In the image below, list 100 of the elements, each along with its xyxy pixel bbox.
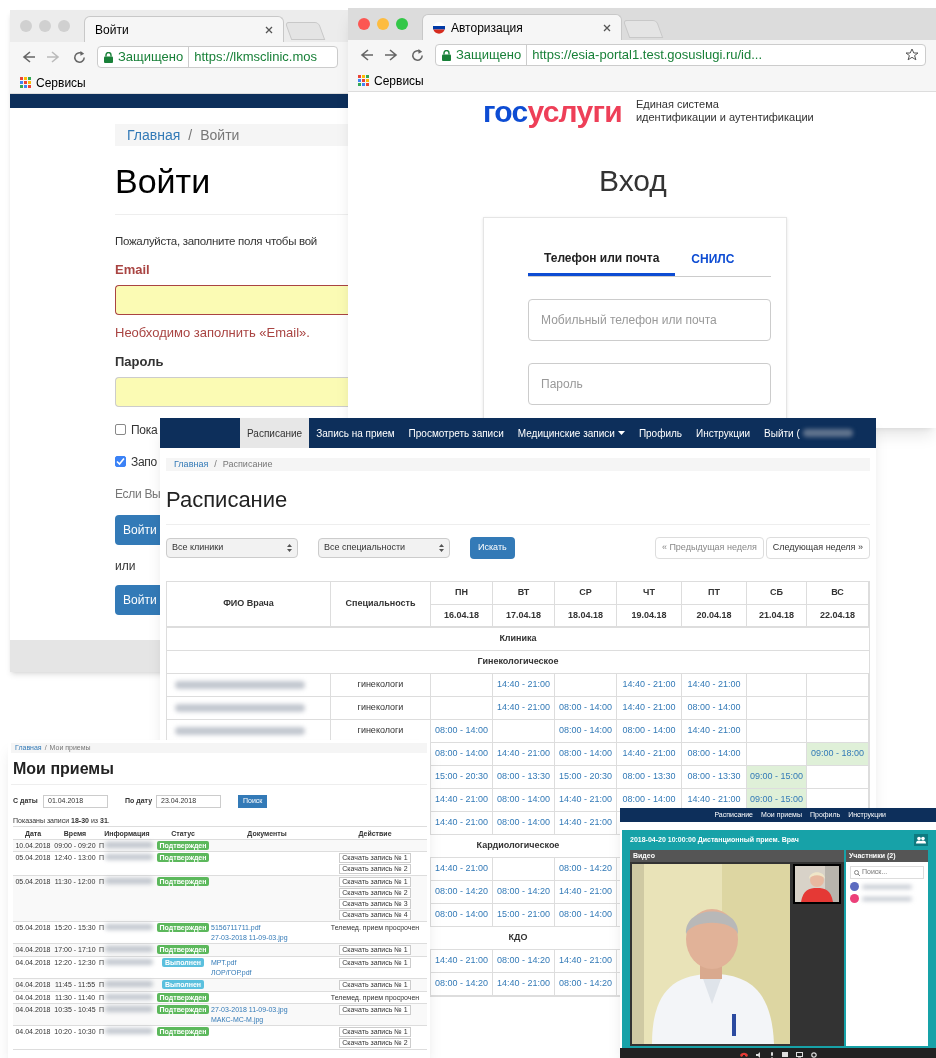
time-slot-cell[interactable]: 14:40 - 21:00 — [617, 697, 682, 719]
time-slot-cell[interactable]: 09:00 - 15:00 — [747, 789, 807, 811]
dropdown[interactable]: Все клиники — [166, 538, 298, 558]
time-slot-cell[interactable]: 08:00 - 14:00 — [555, 904, 617, 926]
time-slot-cell[interactable]: 08:00 - 14:00 — [493, 789, 555, 811]
bookmark-item[interactable]: Сервисы — [20, 73, 86, 92]
redacted-text — [105, 924, 154, 930]
nav-item[interactable]: Инструкции — [689, 418, 758, 448]
time-slot-cell[interactable]: 08:00 - 14:00 — [431, 720, 493, 742]
time-slot-cell[interactable]: 08:00 - 13:30 — [493, 766, 555, 788]
login-button[interactable]: Войти — [115, 584, 160, 615]
address-bar[interactable]: Защищено https://esia-portal1.test.gosuslugi.ru/id... — [435, 44, 926, 66]
time-slot-cell[interactable]: 14:40 - 21:00 — [555, 950, 617, 972]
gear-icon[interactable] — [810, 1051, 817, 1058]
time-slot-cell[interactable]: 14:40 - 21:00 — [682, 720, 747, 742]
breadcrumb-link[interactable]: Главная — [174, 457, 209, 472]
time-slot-cell[interactable]: 14:40 - 21:00 — [493, 674, 555, 696]
time-slot-cell[interactable]: 08:00 - 14:20 — [493, 950, 555, 972]
redacted-text — [105, 946, 154, 952]
time-slot-cell[interactable]: 08:00 - 14:20 — [555, 858, 617, 880]
camera-icon[interactable] — [781, 1052, 788, 1057]
time-slot-cell[interactable]: 14:40 - 21:00 — [431, 950, 493, 972]
microphone-icon[interactable] — [769, 1051, 774, 1058]
redacted-text — [862, 884, 912, 889]
time-slot-cell[interactable]: 08:00 - 14:20 — [555, 973, 617, 995]
time-slot-cell[interactable]: 14:40 - 21:00 — [431, 789, 493, 811]
search-button[interactable]: Искать — [470, 537, 515, 559]
time-slot-cell[interactable]: 08:00 - 14:00 — [682, 697, 747, 719]
time-slot-cell[interactable]: 09:00 - 15:00 — [747, 766, 807, 788]
dropdown[interactable]: Все специальности — [318, 538, 450, 558]
time-slot-cell[interactable]: 08:00 - 14:20 — [493, 881, 555, 903]
forward-icon[interactable] — [384, 47, 400, 63]
tab[interactable]: Телефон или почта — [528, 242, 676, 276]
nav-item[interactable]: Расписание — [240, 418, 310, 448]
time-slot-cell[interactable]: 14:40 - 21:00 — [431, 812, 493, 834]
time-slot-cell[interactable]: 14:40 - 21:00 — [617, 674, 682, 696]
time-slot-cell[interactable]: 15:00 - 20:30 — [555, 766, 617, 788]
time-slot-cell[interactable]: 14:40 - 21:00 — [493, 697, 555, 719]
time-slot-cell[interactable]: 14:40 - 21:00 — [431, 858, 493, 880]
time-slot-cell[interactable]: 09:00 - 18:00 — [807, 743, 869, 765]
breadcrumb-link[interactable]: Главная — [127, 124, 181, 146]
star-icon[interactable] — [905, 48, 919, 62]
nav-item[interactable]: Просмотреть записи — [401, 418, 511, 448]
time-slot-cell[interactable]: 08:00 - 14:00 — [431, 743, 493, 765]
time-slot-cell[interactable]: 08:00 - 13:30 — [617, 766, 682, 788]
reload-icon[interactable] — [72, 49, 87, 65]
screen-icon[interactable] — [795, 1051, 803, 1058]
checkbox[interactable] — [115, 456, 126, 468]
input-field[interactable] — [115, 284, 348, 315]
redacted-text — [105, 981, 154, 987]
time-slot-cell[interactable]: 08:00 - 14:00 — [555, 720, 617, 742]
time-slot-cell[interactable]: 15:00 - 20:30 — [431, 766, 493, 788]
checkbox-label[interactable]: Запо — [131, 452, 157, 471]
people-icon[interactable] — [914, 834, 928, 846]
nav-item[interactable]: Медицинские записи — [510, 418, 632, 448]
url-text: https://esia-portal1.test.gosuslugi.ru/id... — [532, 46, 763, 65]
bookmark-item[interactable]: Сервисы — [358, 71, 424, 90]
time-slot-cell[interactable]: 08:00 - 14:00 — [493, 812, 555, 834]
time-slot-cell[interactable]: 08:00 - 14:00 — [555, 697, 617, 719]
redacted-text — [105, 1028, 154, 1034]
close-icon[interactable] — [603, 23, 611, 32]
time-slot-cell[interactable]: 08:00 - 14:00 — [617, 720, 682, 742]
back-icon[interactable] — [358, 47, 374, 63]
close-icon[interactable] — [265, 25, 273, 34]
nav-item[interactable]: Профиль — [631, 418, 690, 448]
time-slot-cell[interactable]: 15:00 - 21:00 — [493, 904, 555, 926]
time-slot-cell[interactable]: 14:40 - 21:00 — [493, 973, 555, 995]
browser-tab[interactable]: Авторизация — [422, 14, 622, 40]
hangup-icon[interactable] — [739, 1052, 748, 1057]
time-slot-cell[interactable]: 14:40 - 21:00 — [617, 743, 682, 765]
time-slot-cell[interactable]: 14:40 - 21:00 — [555, 812, 617, 834]
time-slot-cell[interactable]: 14:40 - 21:00 — [682, 674, 747, 696]
column-header: ПН — [455, 586, 468, 599]
updown-icon — [439, 544, 444, 552]
nav-item[interactable]: Выйти ( — [757, 418, 860, 448]
checkbox[interactable] — [115, 424, 126, 436]
next-week-button[interactable]: Следующая неделя » — [765, 537, 870, 559]
back-icon[interactable] — [20, 49, 36, 65]
speaker-icon[interactable] — [755, 1051, 762, 1058]
address-bar[interactable]: Защищено https://lkmsclinic.mos — [97, 46, 338, 68]
nav-item[interactable]: Запись на прием — [309, 418, 402, 448]
column-header: ЧТ — [643, 586, 655, 599]
time-slot-cell[interactable]: 08:00 - 14:00 — [555, 743, 617, 765]
login-button[interactable]: Войти — [115, 514, 160, 545]
column-header: ФИО Врача — [223, 597, 274, 611]
time-slot-cell[interactable]: 08:00 - 14:20 — [431, 973, 493, 995]
reload-icon[interactable] — [410, 47, 425, 63]
table-cell: гинекологи — [357, 701, 404, 715]
time-slot-cell[interactable]: 14:40 - 21:00 — [493, 743, 555, 765]
apps-icon — [358, 75, 369, 86]
tab[interactable]: СНИЛС — [675, 242, 751, 276]
time-slot-cell[interactable]: 08:00 - 14:20 — [431, 881, 493, 903]
time-slot-cell[interactable]: 08:00 - 14:00 — [431, 904, 493, 926]
browser-tab[interactable]: Войти — [84, 16, 284, 42]
search-icon — [854, 869, 860, 876]
checkbox-label[interactable]: Пока — [131, 420, 158, 439]
time-slot-cell[interactable]: 14:40 - 21:00 — [555, 881, 617, 903]
group-heading: Гинекологическое — [477, 655, 559, 669]
time-slot-cell[interactable]: 08:00 - 14:00 — [682, 743, 747, 765]
time-slot-cell[interactable]: 14:40 - 21:00 — [555, 789, 617, 811]
